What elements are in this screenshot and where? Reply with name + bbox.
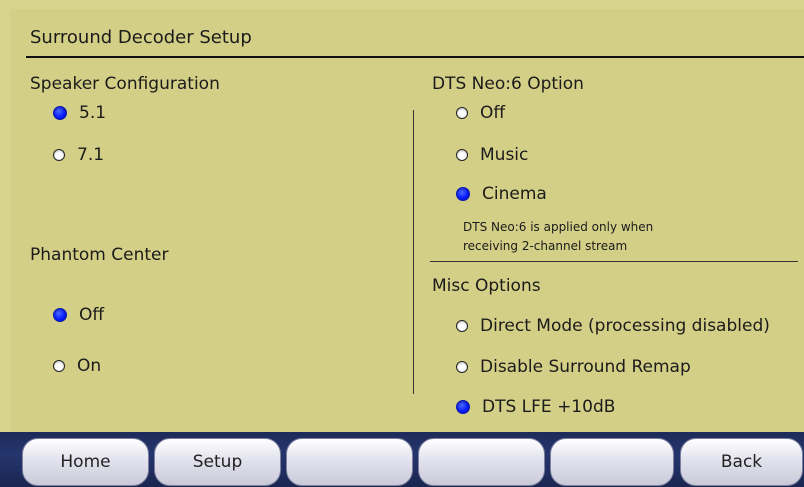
back-button[interactable]: Back bbox=[680, 438, 803, 486]
dts-neo6-note: DTS Neo:6 is applied only when receiving… bbox=[463, 218, 653, 256]
dts-neo6-radio-off[interactable]: Off bbox=[456, 103, 505, 123]
radio-label: Off bbox=[79, 305, 105, 325]
dts-neo6-label: DTS Neo:6 Option bbox=[432, 74, 584, 94]
phantom-center-label: Phantom Center bbox=[30, 245, 169, 265]
radio-label: Music bbox=[480, 145, 529, 165]
column-divider bbox=[413, 110, 414, 394]
misc-option-disable-surround-remap[interactable]: Disable Surround Remap bbox=[456, 357, 691, 377]
misc-option-direct-mode[interactable]: Direct Mode (processing disabled) bbox=[456, 316, 770, 336]
radio-label: DTS LFE +10dB bbox=[482, 397, 616, 417]
radio-label: Off bbox=[480, 103, 506, 123]
radio-label: 7.1 bbox=[77, 145, 105, 165]
misc-options-label: Misc Options bbox=[432, 276, 541, 296]
radio-unselected-icon bbox=[53, 360, 65, 372]
phantom-center-radio-off[interactable]: Off bbox=[53, 305, 104, 325]
dts-neo6-radio-cinema[interactable]: Cinema bbox=[456, 184, 547, 204]
radio-label: Disable Surround Remap bbox=[480, 357, 691, 377]
radio-unselected-icon bbox=[456, 361, 468, 373]
blank-button-1[interactable] bbox=[286, 438, 413, 486]
title-divider bbox=[26, 56, 804, 58]
radio-selected-icon bbox=[53, 106, 67, 120]
radio-unselected-icon bbox=[456, 107, 468, 119]
radio-selected-icon bbox=[456, 400, 470, 414]
radio-label: Direct Mode (processing disabled) bbox=[480, 316, 770, 336]
radio-label: On bbox=[77, 356, 102, 376]
page-title: Surround Decoder Setup bbox=[30, 27, 252, 48]
radio-unselected-icon bbox=[53, 149, 65, 161]
note-line: DTS Neo:6 is applied only when bbox=[463, 220, 654, 234]
note-line: receiving 2-channel stream bbox=[463, 239, 628, 253]
radio-selected-icon bbox=[53, 308, 67, 322]
phantom-center-radio-on[interactable]: On bbox=[53, 356, 101, 376]
speaker-config-radio-5-1[interactable]: 5.1 bbox=[53, 103, 106, 123]
dts-neo6-radio-music[interactable]: Music bbox=[456, 145, 528, 165]
speaker-config-label: Speaker Configuration bbox=[30, 74, 220, 94]
radio-label: Cinema bbox=[482, 184, 547, 204]
speaker-config-radio-7-1[interactable]: 7.1 bbox=[53, 145, 104, 165]
home-button[interactable]: Home bbox=[22, 438, 149, 486]
blank-button-3[interactable] bbox=[550, 438, 674, 486]
radio-unselected-icon bbox=[456, 320, 468, 332]
radio-selected-icon bbox=[456, 187, 470, 201]
blank-button-2[interactable] bbox=[418, 438, 545, 486]
setup-button[interactable]: Setup bbox=[154, 438, 281, 486]
radio-unselected-icon bbox=[456, 149, 468, 161]
radio-label: 5.1 bbox=[79, 103, 107, 123]
misc-option-dts-lfe[interactable]: DTS LFE +10dB bbox=[456, 397, 615, 417]
section-divider bbox=[430, 261, 798, 262]
